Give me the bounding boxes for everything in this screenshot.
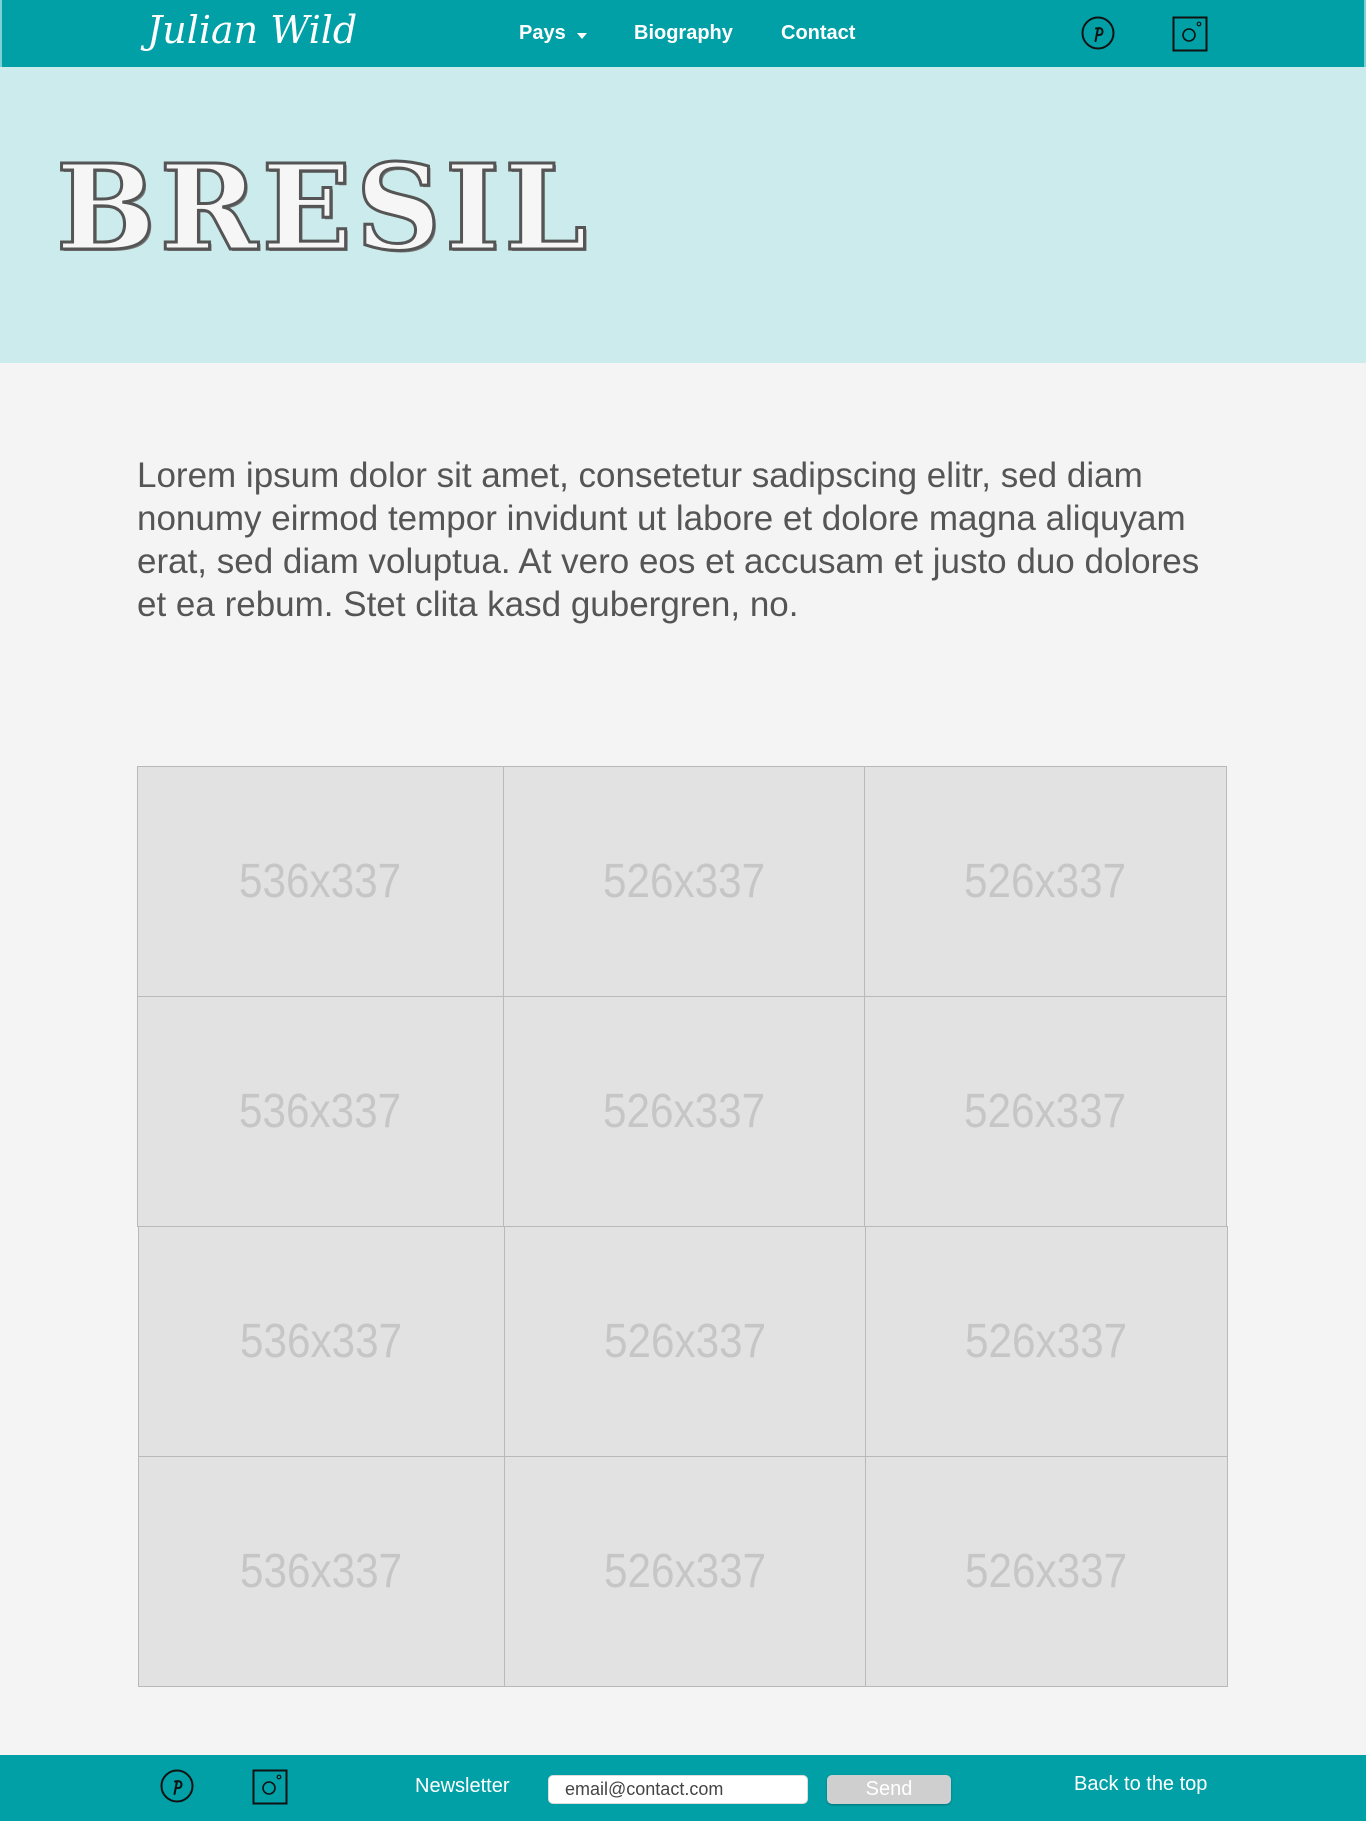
instagram-icon[interactable] bbox=[252, 1769, 288, 1805]
chevron-down-icon[interactable] bbox=[577, 33, 587, 39]
gallery-placeholder-image[interactable]: 526x337 bbox=[865, 1226, 1228, 1457]
site-footer: Newsletter Send Back to the top bbox=[0, 1755, 1366, 1821]
newsletter-email-input[interactable] bbox=[548, 1775, 808, 1804]
gallery-placeholder-image[interactable]: 526x337 bbox=[864, 996, 1227, 1227]
intro-paragraph: Lorem ipsum dolor sit amet, consetetur s… bbox=[137, 456, 1200, 624]
gallery-placeholder-image[interactable]: 536x337 bbox=[137, 766, 504, 997]
site-header: Julian Wild Pays Biography Contact bbox=[0, 0, 1366, 67]
nav-item-biography[interactable]: Biography bbox=[634, 22, 733, 45]
pinterest-icon[interactable] bbox=[160, 1769, 194, 1803]
placeholder-label: 536x337 bbox=[239, 1085, 402, 1138]
placeholder-label: 526x337 bbox=[603, 1315, 767, 1368]
gallery-placeholder-image[interactable]: 536x337 bbox=[138, 1456, 505, 1687]
newsletter-send-button[interactable]: Send bbox=[827, 1775, 951, 1804]
placeholder-label: 536x337 bbox=[240, 1315, 403, 1368]
gallery-placeholder-image[interactable]: 526x337 bbox=[503, 996, 865, 1227]
placeholder-label: 536x337 bbox=[240, 1545, 403, 1598]
hero-banner: BRESIL bbox=[0, 67, 1366, 363]
gallery-placeholder-image[interactable]: 536x337 bbox=[138, 1226, 505, 1457]
placeholder-label: 526x337 bbox=[965, 1315, 1128, 1368]
back-to-top-link[interactable]: Back to the top bbox=[1074, 1773, 1207, 1796]
gallery-placeholder-image[interactable]: 526x337 bbox=[864, 766, 1227, 997]
placeholder-label: 526x337 bbox=[602, 1085, 766, 1138]
placeholder-label: 526x337 bbox=[964, 1085, 1127, 1138]
placeholder-label: 536x337 bbox=[239, 855, 402, 908]
pinterest-icon[interactable] bbox=[1081, 16, 1115, 50]
gallery-placeholder-image[interactable]: 526x337 bbox=[865, 1456, 1228, 1687]
placeholder-label: 526x337 bbox=[964, 855, 1127, 908]
page-title: BRESIL bbox=[54, 138, 592, 277]
placeholder-label: 526x337 bbox=[602, 855, 766, 908]
instagram-icon[interactable] bbox=[1172, 16, 1208, 52]
placeholder-label: 526x337 bbox=[603, 1545, 767, 1598]
nav-item-pays[interactable]: Pays bbox=[519, 22, 566, 45]
site-logo[interactable]: Julian Wild bbox=[147, 8, 357, 52]
image-gallery: 536x337 526x337 526x337 536x337 526x337 … bbox=[137, 766, 1228, 1687]
newsletter-label: Newsletter bbox=[415, 1775, 510, 1797]
gallery-placeholder-image[interactable]: 526x337 bbox=[504, 1226, 866, 1457]
gallery-placeholder-image[interactable]: 526x337 bbox=[503, 766, 865, 997]
gallery-placeholder-image[interactable]: 526x337 bbox=[504, 1456, 866, 1687]
nav-item-contact[interactable]: Contact bbox=[781, 22, 855, 45]
placeholder-label: 526x337 bbox=[965, 1545, 1128, 1598]
gallery-placeholder-image[interactable]: 536x337 bbox=[137, 996, 504, 1227]
